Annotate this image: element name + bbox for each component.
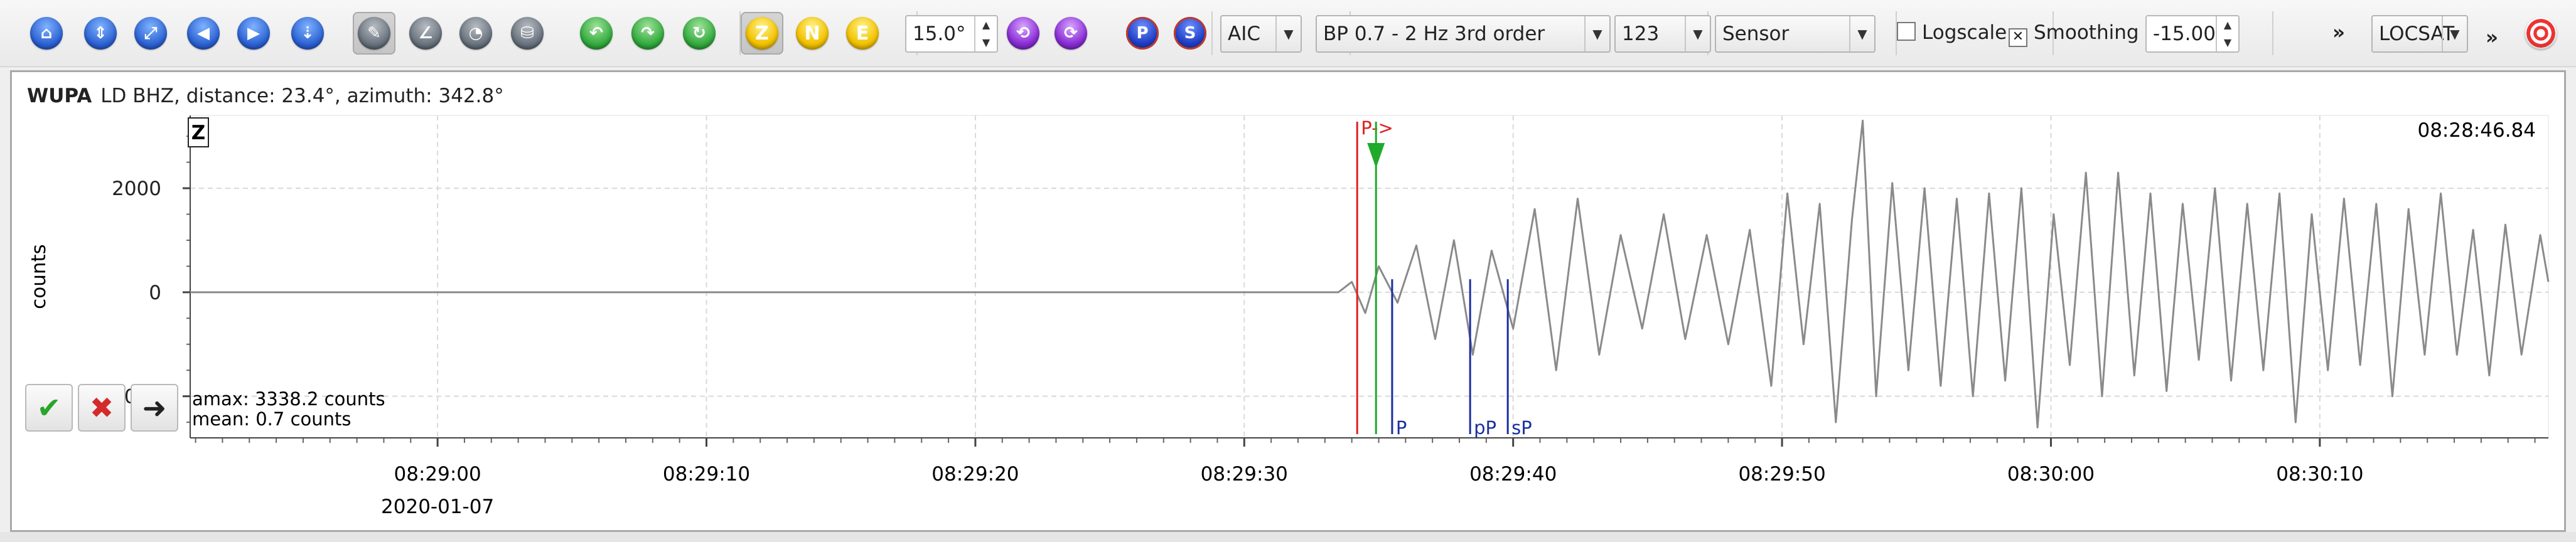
- reject-icon: ✖: [89, 391, 114, 425]
- pick-label-manual: P->: [1361, 117, 1393, 139]
- x-tick-label: 08:30:00: [2007, 463, 2095, 486]
- status-bar: [0, 532, 2576, 542]
- accept-button[interactable]: ✔: [25, 384, 73, 432]
- component-badge-label: Z: [191, 122, 205, 144]
- amax-label: amax: 3338.2 counts: [192, 388, 385, 410]
- date-label: 2020-01-07: [381, 496, 494, 518]
- y-tick-label: 0: [149, 282, 161, 304]
- mean-label: mean: 0.7 counts: [192, 408, 352, 430]
- transfer-icon: ➜: [142, 391, 167, 425]
- pick-label-theoretical: sP: [1511, 417, 1532, 438]
- pick-label-theoretical: P: [1396, 417, 1407, 438]
- waveform-trace[interactable]: [190, 119, 2550, 428]
- reject-button[interactable]: ✖: [78, 384, 126, 432]
- transfer-button[interactable]: ➜: [131, 384, 178, 432]
- x-tick-label: 08:29:30: [1201, 463, 1288, 486]
- seismogram-chart[interactable]: 20000-2000counts08:29:0008:29:1008:29:20…: [0, 0, 2576, 542]
- x-tick-label: 08:30:10: [2276, 463, 2363, 486]
- accept-icon: ✔: [36, 391, 62, 425]
- y-tick-label: 2000: [112, 178, 161, 200]
- x-tick-label: 08:29:00: [394, 463, 481, 486]
- x-tick-label: 08:29:40: [1469, 463, 1557, 486]
- auto-pick-arrow-icon: [1367, 143, 1385, 168]
- trace-start-time: 08:28:46.84: [2417, 119, 2536, 142]
- x-tick-label: 08:29:20: [931, 463, 1019, 486]
- x-tick-label: 08:29:50: [1738, 463, 1825, 486]
- plot-area: [190, 115, 2549, 438]
- y-axis-label: counts: [28, 244, 50, 309]
- x-tick-label: 08:29:10: [663, 463, 750, 486]
- pick-label-theoretical: pP: [1474, 417, 1496, 438]
